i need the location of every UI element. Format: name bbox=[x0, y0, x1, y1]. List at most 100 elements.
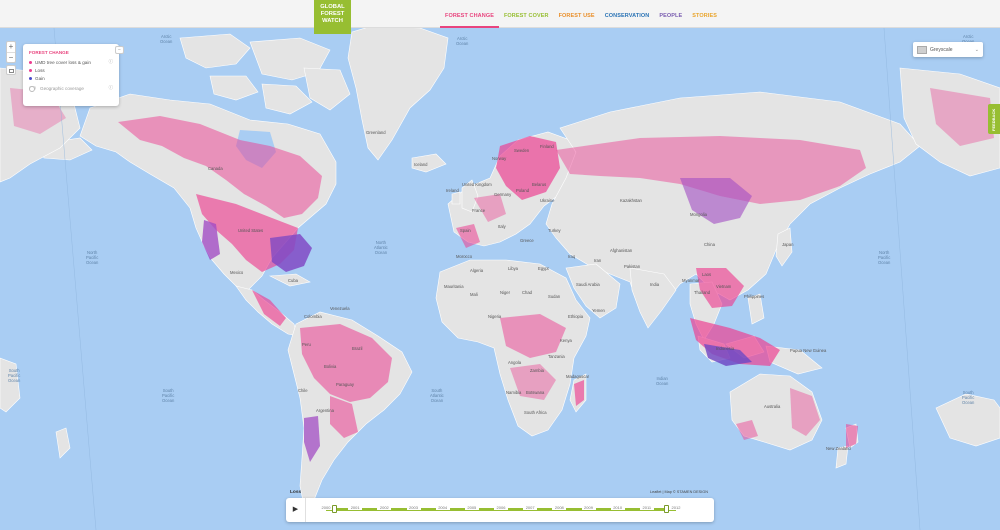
year-tick-label[interactable]: 2003 bbox=[406, 505, 421, 510]
year-tick-label[interactable]: 2008 bbox=[552, 505, 567, 510]
year-tick-label[interactable]: 2012 bbox=[669, 505, 683, 510]
logo-line: WATCH bbox=[322, 18, 343, 24]
top-bar: GLOBAL FOREST WATCH FOREST CHANGE FOREST… bbox=[0, 0, 1000, 34]
timeline-start-handle[interactable] bbox=[332, 505, 337, 513]
place-label: Australia bbox=[764, 404, 781, 409]
legend-layer-row[interactable]: UMD tree cover loss & gain ⓘ bbox=[29, 58, 113, 66]
ocean-label: North Pacific Ocean bbox=[878, 250, 891, 265]
zoom-out-button[interactable]: − bbox=[7, 52, 15, 62]
nav-forest-cover[interactable]: FOREST COVER bbox=[499, 0, 554, 28]
place-label: Papua New Guinea bbox=[790, 348, 827, 353]
place-label: Libya bbox=[508, 266, 519, 271]
timeline-title: Loss bbox=[290, 490, 302, 495]
play-button[interactable]: ▶ bbox=[286, 498, 306, 522]
place-label: Laos bbox=[702, 272, 712, 277]
legend-panel: − FOREST CHANGE UMD tree cover loss & ga… bbox=[23, 44, 124, 106]
place-label: Ethiopia bbox=[568, 314, 584, 319]
layers-icon bbox=[9, 69, 14, 73]
basemap-thumbnail bbox=[917, 45, 927, 54]
chevron-down-icon: ⌄ bbox=[974, 46, 979, 53]
place-label: France bbox=[472, 208, 486, 213]
main-nav: FOREST CHANGE FOREST COVER FOREST USE CO… bbox=[440, 0, 722, 28]
place-label: Mongolia bbox=[690, 212, 707, 217]
info-icon[interactable]: ⓘ bbox=[109, 59, 113, 65]
place-label: Japan bbox=[782, 242, 794, 247]
place-label: United States bbox=[238, 228, 264, 233]
nav-people[interactable]: PEOPLE bbox=[654, 0, 687, 28]
place-label: Morocco bbox=[456, 254, 473, 259]
ocean-label: South Pacific Ocean bbox=[8, 368, 21, 383]
year-tick-label[interactable]: 2010 bbox=[610, 505, 625, 510]
ocean-label: Arctic Ocean bbox=[160, 34, 173, 44]
place-label: Egypt bbox=[538, 266, 549, 271]
layers-button[interactable] bbox=[6, 65, 16, 75]
basemap-label: Greyscale bbox=[930, 46, 953, 53]
place-label: Spain bbox=[460, 228, 471, 233]
nav-forest-use[interactable]: FOREST USE bbox=[554, 0, 600, 28]
place-label: Afghanistan bbox=[610, 248, 633, 253]
place-label: Argentina bbox=[316, 408, 334, 413]
place-label: Brazil bbox=[352, 346, 363, 351]
place-label: Peru bbox=[302, 342, 311, 347]
gain-swatch bbox=[29, 76, 32, 80]
year-tick-label[interactable]: 2009 bbox=[581, 505, 596, 510]
year-tick-label[interactable]: 2005 bbox=[464, 505, 479, 510]
ocean-label: South Pacific Ocean bbox=[162, 388, 175, 403]
place-label: Philippines bbox=[744, 294, 765, 299]
legend-item: Loss bbox=[29, 66, 113, 74]
place-label: Ukraine bbox=[540, 198, 555, 203]
place-label: United Kingdom bbox=[462, 182, 492, 187]
ocean-label: South Atlantic Ocean bbox=[430, 388, 444, 403]
place-label: Turkey bbox=[548, 228, 561, 233]
place-label: Thailand bbox=[694, 290, 711, 295]
year-tick-label[interactable]: 2006 bbox=[494, 505, 508, 510]
place-label: Chile bbox=[298, 388, 308, 393]
place-label: Chad bbox=[522, 290, 533, 295]
ocean-label: North Atlantic Ocean bbox=[374, 240, 388, 255]
place-label: Poland bbox=[516, 188, 530, 193]
year-tick-label[interactable]: 2002 bbox=[377, 505, 392, 510]
map-attribution[interactable]: Leaflet | Map © STAMEN DESIGN bbox=[650, 490, 708, 494]
year-tick-label[interactable]: 2000 bbox=[319, 505, 333, 510]
year-tick-label[interactable]: 2001 bbox=[348, 505, 363, 510]
nav-stories[interactable]: STORIES bbox=[687, 0, 722, 28]
zoom-in-button[interactable]: + bbox=[7, 42, 15, 52]
zoom-control: + − bbox=[6, 41, 16, 63]
place-label: India bbox=[650, 282, 660, 287]
year-tick-label[interactable]: 2004 bbox=[435, 505, 450, 510]
place-label: Kazakhstan bbox=[620, 198, 642, 203]
place-label: Ireland bbox=[446, 188, 459, 193]
timeline-control: ▶ 2000 2001 2002 2003 2004 2005 2006 2007 2008 20… bbox=[286, 498, 714, 522]
place-label: Venezuela bbox=[330, 306, 350, 311]
place-label: Madagascar bbox=[566, 374, 590, 379]
nav-forest-change[interactable]: FOREST CHANGE bbox=[440, 0, 499, 28]
place-label: Greenland bbox=[366, 130, 386, 135]
place-label: Tanzania bbox=[548, 354, 565, 359]
feedback-tab[interactable]: FEEDBACK bbox=[988, 104, 1000, 134]
place-label: Vietnam bbox=[716, 284, 732, 289]
coverage-toggle[interactable] bbox=[29, 86, 36, 92]
info-icon[interactable]: ⓘ bbox=[109, 85, 113, 91]
place-label: Colombia bbox=[304, 314, 322, 319]
basemap-selector[interactable]: Greyscale ⌄ bbox=[913, 42, 983, 57]
year-tick-label[interactable]: 2007 bbox=[523, 505, 538, 510]
place-label: Saudi Arabia bbox=[576, 282, 600, 287]
place-label: Angola bbox=[508, 360, 522, 365]
global-forest-watch-logo[interactable]: GLOBAL FOREST WATCH bbox=[314, 0, 351, 34]
place-label: Belarus bbox=[532, 182, 547, 187]
place-label: Germany bbox=[494, 192, 512, 197]
place-label: New Zealand bbox=[826, 446, 851, 451]
legend-collapse-button[interactable]: − bbox=[115, 46, 124, 54]
basemap-svg bbox=[0, 28, 1000, 530]
year-tick-label[interactable]: 2011 bbox=[639, 505, 654, 510]
place-label: Mali bbox=[470, 292, 478, 297]
place-label: Canada bbox=[208, 166, 223, 171]
nav-conservation[interactable]: CONSERVATION bbox=[600, 0, 655, 28]
place-label: Algeria bbox=[470, 268, 484, 273]
coverage-label: Geographic coverage bbox=[40, 85, 84, 91]
legend-title: FOREST CHANGE bbox=[29, 50, 69, 55]
timeline-end-handle[interactable] bbox=[664, 505, 669, 513]
place-label: Mauritania bbox=[444, 284, 464, 289]
place-label: Sudan bbox=[548, 294, 561, 299]
world-map[interactable]: Arctic Ocean Arctic Ocean Arctic Ocean N… bbox=[0, 28, 1000, 530]
